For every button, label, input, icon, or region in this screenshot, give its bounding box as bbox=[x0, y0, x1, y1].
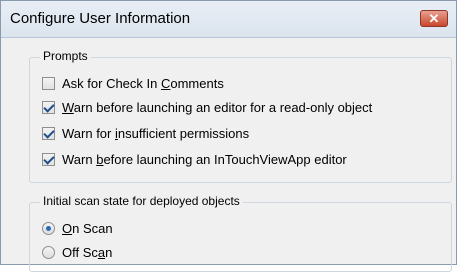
checkbox-label: Warn for insufficient permissions bbox=[62, 125, 250, 141]
scan-legend: Initial scan state for deployed objects bbox=[40, 194, 243, 208]
off-scan-radio[interactable]: Off Scan bbox=[42, 243, 112, 261]
radio-label: Off Scan bbox=[62, 244, 113, 260]
ask-for-check-in-comments-checkbox[interactable]: Ask for Check In Comments bbox=[42, 74, 224, 92]
checkbox-unchecked[interactable] bbox=[42, 76, 55, 90]
radio-unselected[interactable] bbox=[42, 245, 55, 259]
radio-label: On Scan bbox=[62, 220, 113, 236]
close-button[interactable]: ✕ bbox=[420, 10, 448, 27]
checkbox-checked[interactable] bbox=[42, 126, 55, 140]
dialog-title: Configure User Information bbox=[10, 10, 191, 27]
radio-selected[interactable] bbox=[42, 221, 55, 235]
warn-read-only-editor-checkbox[interactable]: Warn before launching an editor for a re… bbox=[42, 98, 372, 116]
checkbox-checked[interactable] bbox=[42, 152, 55, 166]
warn-insufficient-permissions-checkbox[interactable]: Warn for insufficient permissions bbox=[42, 124, 249, 142]
checkbox-label: Warn before launching an InTouchViewApp … bbox=[62, 151, 347, 167]
checkbox-checked[interactable] bbox=[42, 100, 55, 114]
title-bar: Configure User Information ✕ bbox=[1, 1, 456, 38]
close-icon: ✕ bbox=[428, 11, 440, 26]
checkbox-label: Warn before launching an editor for a re… bbox=[62, 99, 373, 115]
configure-user-information-dialog: Configure User Information ✕ Prompts Ask… bbox=[0, 0, 457, 272]
warn-intouchviewapp-editor-checkbox[interactable]: Warn before launching an InTouchViewApp … bbox=[42, 150, 347, 168]
prompts-group: Prompts Ask for Check In Comments Warn b… bbox=[29, 49, 452, 183]
prompts-legend: Prompts bbox=[40, 49, 91, 63]
initial-scan-state-group: Initial scan state for deployed objects … bbox=[29, 194, 452, 272]
checkbox-label: Ask for Check In Comments bbox=[62, 75, 224, 91]
on-scan-radio[interactable]: On Scan bbox=[42, 219, 113, 237]
